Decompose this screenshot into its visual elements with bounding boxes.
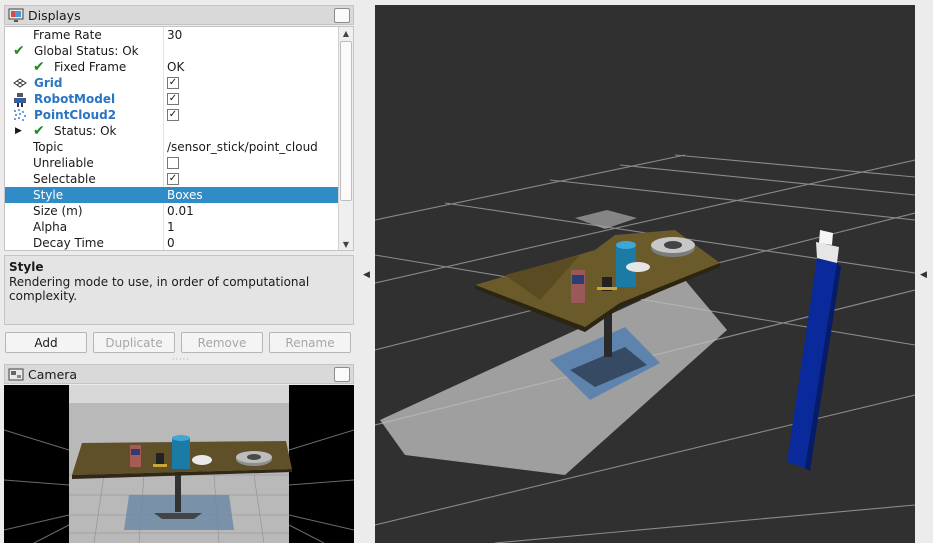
row-label: Frame Rate xyxy=(33,28,102,42)
alpha-value[interactable]: 1 xyxy=(167,219,175,235)
remove-button[interactable]: Remove xyxy=(181,332,263,353)
tree-row-size[interactable]: Size (m) 0.01 xyxy=(5,203,339,219)
camera-icon xyxy=(8,368,24,381)
scroll-up-arrow-icon[interactable]: ▲ xyxy=(339,27,353,41)
add-button[interactable]: Add xyxy=(5,332,87,353)
camera-render xyxy=(4,385,354,543)
rename-button[interactable]: Rename xyxy=(269,332,351,353)
collapse-right-arrow-icon[interactable]: ◀ xyxy=(920,270,927,280)
robot-model-enabled-checkbox[interactable]: ✓ xyxy=(167,93,179,105)
size-value[interactable]: 0.01 xyxy=(167,203,194,219)
displays-panel-header: Displays xyxy=(4,5,354,25)
row-label: Fixed Frame xyxy=(54,60,127,74)
tree-scrollbar[interactable]: ▲ ▼ xyxy=(338,27,353,250)
camera-panel-title: Camera xyxy=(28,366,78,382)
description-title: Style xyxy=(9,260,44,274)
tree-row-selectable[interactable]: Selectable ✓ xyxy=(5,171,339,187)
decay-time-value[interactable]: 0 xyxy=(167,235,175,250)
tree-row-fixed-frame[interactable]: ✔ Fixed Frame OK xyxy=(5,59,339,75)
row-label: Size (m) xyxy=(33,204,83,218)
row-label: Status: Ok xyxy=(54,124,117,138)
row-label: Selectable xyxy=(33,172,96,186)
tree-row-style[interactable]: Style Boxes xyxy=(5,187,339,203)
monitor-icon xyxy=(8,8,24,22)
displays-panel-float-button[interactable] xyxy=(334,8,350,23)
tree-row-decay-time[interactable]: Decay Time 0 xyxy=(5,235,339,250)
scene-render xyxy=(375,5,915,543)
camera-view[interactable] xyxy=(4,385,354,543)
point-cloud-icon xyxy=(14,109,26,121)
description-text: Rendering mode to use, in order of compu… xyxy=(9,275,310,303)
row-label: Global Status: Ok xyxy=(34,44,139,58)
style-value[interactable]: Boxes xyxy=(167,187,203,203)
topic-value[interactable]: /sensor_stick/point_cloud xyxy=(167,139,318,155)
displays-panel-title: Displays xyxy=(28,7,81,23)
splitter-handle[interactable]: ····· xyxy=(172,355,190,364)
row-label: Decay Time xyxy=(33,236,104,250)
collapse-left-arrow-icon[interactable]: ◀ xyxy=(363,270,370,280)
scroll-down-arrow-icon[interactable]: ▼ xyxy=(339,238,353,250)
row-label: PointCloud2 xyxy=(34,108,117,122)
scrollbar-thumb[interactable] xyxy=(340,41,352,201)
checkmark-icon: ✔ xyxy=(33,123,45,139)
point-cloud2-enabled-checkbox[interactable]: ✓ xyxy=(167,109,179,121)
row-label: Unreliable xyxy=(33,156,94,170)
checkmark-icon: ✔ xyxy=(33,59,45,75)
property-description: Style Rendering mode to use, in order of… xyxy=(4,255,354,325)
tree-row-status[interactable]: ▶ ✔ Status: Ok xyxy=(5,123,339,139)
selectable-checkbox[interactable]: ✓ xyxy=(167,173,179,185)
duplicate-button[interactable]: Duplicate xyxy=(93,332,175,353)
grid-icon xyxy=(13,78,27,88)
tree-row-point-cloud2[interactable]: PointCloud2 ✓ xyxy=(5,107,339,123)
tree-row-global-status[interactable]: ✔ Global Status: Ok xyxy=(5,43,339,59)
tree-row-unreliable[interactable]: Unreliable xyxy=(5,155,339,171)
fixed-frame-value: OK xyxy=(167,60,185,74)
tree-row-alpha[interactable]: Alpha 1 xyxy=(5,219,339,235)
tree-row-robot-model[interactable]: RobotModel ✓ xyxy=(5,91,339,107)
checkmark-icon: ✔ xyxy=(13,43,25,59)
row-label: Style xyxy=(33,188,64,202)
render-3d-viewport[interactable] xyxy=(375,5,915,543)
frame-rate-value[interactable]: 30 xyxy=(167,27,182,43)
row-label: Grid xyxy=(34,76,63,90)
expand-arrow-icon[interactable]: ▶ xyxy=(15,123,22,139)
robot-icon xyxy=(14,93,26,107)
row-label: Topic xyxy=(33,140,64,154)
displays-tree[interactable]: Frame Rate 30 ✔ Global Status: Ok ✔ Fixe… xyxy=(4,26,354,251)
tree-row-grid[interactable]: Grid ✓ xyxy=(5,75,339,91)
grid-enabled-checkbox[interactable]: ✓ xyxy=(167,77,179,89)
camera-panel-float-button[interactable] xyxy=(334,367,350,382)
camera-panel-header: Camera xyxy=(4,364,354,384)
row-label: Alpha xyxy=(33,220,68,234)
row-label: RobotModel xyxy=(34,92,116,106)
tree-row-topic[interactable]: Topic /sensor_stick/point_cloud xyxy=(5,139,339,155)
unreliable-checkbox[interactable] xyxy=(167,157,179,169)
tree-row-frame-rate[interactable]: Frame Rate 30 xyxy=(5,27,339,43)
